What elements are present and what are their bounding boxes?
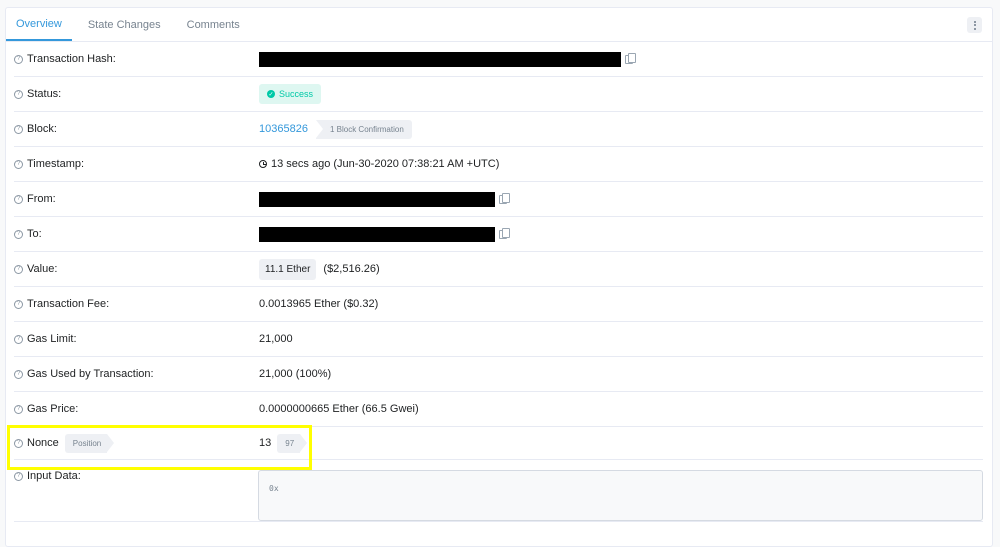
label-gas-price: Gas Price: <box>27 403 79 415</box>
position-label-badge: Position <box>64 433 115 453</box>
row-status: ? Status: ✓ Success <box>14 77 983 112</box>
redacted-to-address <box>259 226 495 242</box>
help-icon[interactable]: ? <box>14 264 23 274</box>
row-timestamp: ? Timestamp: 13 secs ago (Jun-30-2020 07:… <box>14 147 983 182</box>
tab-state-changes[interactable]: State Changes <box>78 8 171 41</box>
status-badge: ✓ Success <box>259 84 322 104</box>
gas-price-value: 0.0000000665 Ether (66.5 Gwei) <box>259 403 419 415</box>
label-nonce: Nonce <box>27 437 59 449</box>
label-value: Value: <box>27 263 58 275</box>
label-to: To: <box>27 228 42 240</box>
label-block: Block: <box>27 123 57 135</box>
redacted-hash <box>259 51 621 67</box>
dot <box>973 27 976 30</box>
input-data-textarea[interactable]: 0x <box>258 470 983 521</box>
help-icon[interactable]: ? <box>14 229 23 239</box>
row-input-data: ? Input Data: 0x <box>14 460 983 522</box>
label-timestamp: Timestamp: <box>27 158 85 170</box>
row-gas-price: ? Gas Price: 0.0000000665 Ether (66.5 Gwe… <box>14 392 983 427</box>
label-transaction-fee: Transaction Fee: <box>27 298 110 310</box>
tab-overview[interactable]: Overview <box>6 8 72 41</box>
help-icon[interactable]: ? <box>14 89 23 99</box>
row-nonce: ? Nonce Position 13 97 <box>14 427 983 460</box>
copy-icon[interactable] <box>499 192 510 204</box>
label-from: From: <box>27 193 56 205</box>
copy-icon[interactable] <box>499 227 510 239</box>
gas-limit-value: 21,000 <box>259 333 293 345</box>
row-gas-used: ? Gas Used by Transaction: 21,000 (100%) <box>14 357 983 392</box>
help-icon[interactable]: ? <box>14 438 23 448</box>
label-transaction-hash: Transaction Hash: <box>27 53 116 65</box>
redacted-from-address <box>259 191 495 207</box>
tab-bar: Overview State Changes Comments <box>6 8 992 42</box>
position-value-badge: 97 <box>277 433 308 453</box>
block-number-link[interactable]: 10365826 <box>259 123 308 135</box>
row-transaction-fee: ? Transaction Fee: 0.0013965 Ether ($0.32… <box>14 287 983 322</box>
label-input-data: Input Data: <box>27 470 81 482</box>
clock-icon <box>259 160 267 168</box>
copy-icon[interactable] <box>625 52 636 64</box>
help-icon[interactable]: ? <box>14 194 23 204</box>
gas-used-value: 21,000 (100%) <box>259 368 332 380</box>
check-circle-icon: ✓ <box>267 90 275 98</box>
status-text: Success <box>279 89 314 99</box>
row-value: ? Value: 11.1 Ether ($2,516.26) <box>14 252 983 287</box>
help-icon[interactable]: ? <box>14 124 23 134</box>
block-confirmation-badge: 1 Block Confirmation <box>315 119 412 139</box>
help-icon[interactable]: ? <box>14 471 23 481</box>
help-icon[interactable]: ? <box>14 404 23 414</box>
more-vertical-icon <box>973 20 976 23</box>
nonce-value: 13 <box>259 437 272 449</box>
dot <box>973 24 976 26</box>
usd-amount: ($2,516.26) <box>323 263 380 275</box>
row-to: ? To: <box>14 217 983 252</box>
help-icon[interactable]: ? <box>14 159 23 169</box>
help-icon[interactable]: ? <box>14 334 23 344</box>
transaction-card: Overview State Changes Comments ? Transac… <box>5 7 993 547</box>
help-icon[interactable]: ? <box>14 54 23 64</box>
help-icon[interactable]: ? <box>14 299 23 309</box>
label-gas-limit: Gas Limit: <box>27 333 77 345</box>
row-gas-limit: ? Gas Limit: 21,000 <box>14 322 983 357</box>
label-gas-used: Gas Used by Transaction: <box>27 368 154 380</box>
row-from: ? From: <box>14 182 983 217</box>
more-options-button[interactable] <box>967 17 982 33</box>
row-transaction-hash: ? Transaction Hash: <box>14 42 983 77</box>
timestamp-value: 13 secs ago (Jun-30-2020 07:38:21 AM +UT… <box>271 158 500 170</box>
label-status: Status: <box>27 88 62 100</box>
row-block: ? Block: 10365826 1 Block Confirmation <box>14 112 983 147</box>
fee-value: 0.0013965 Ether ($0.32) <box>259 298 379 310</box>
tab-comments[interactable]: Comments <box>177 8 250 41</box>
ether-amount: 11.1 Ether <box>259 258 317 280</box>
help-icon[interactable]: ? <box>14 369 23 379</box>
